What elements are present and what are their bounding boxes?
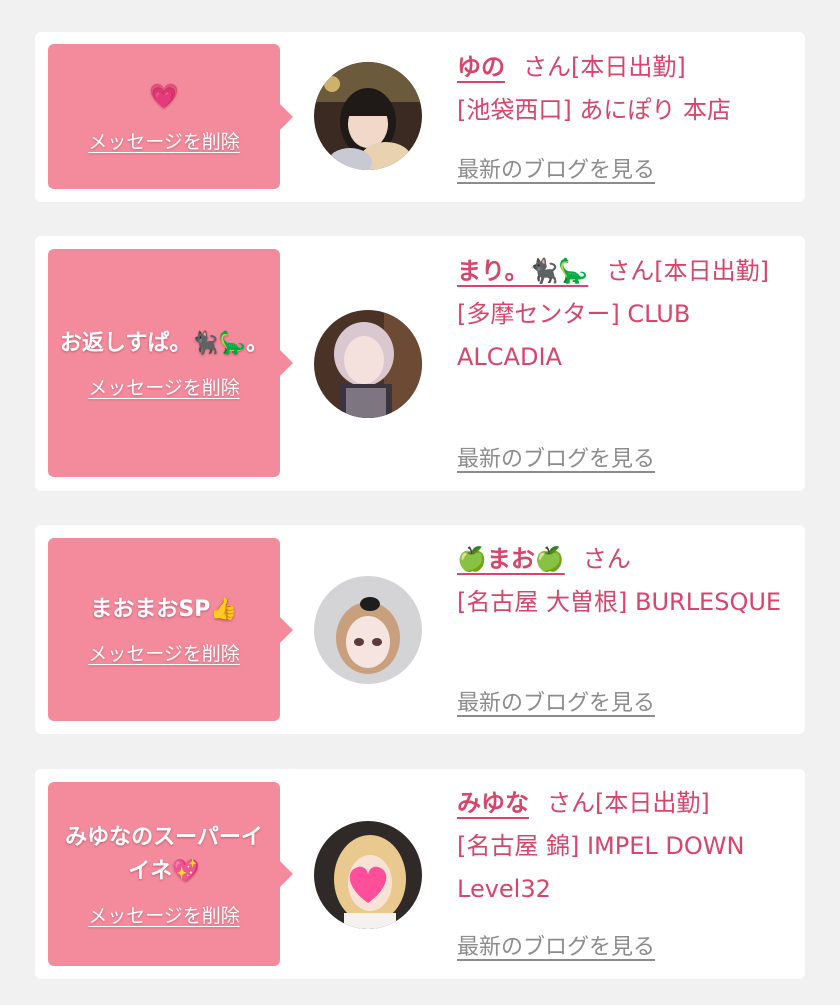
girl-status: さん[本日出勤]: [523, 53, 686, 81]
message-text: まおまおSP👍: [90, 597, 238, 622]
avatar[interactable]: [314, 576, 422, 684]
girl-info: みゆな さん[本日出勤] [名古屋 錦] IMPEL DOWN Level32: [457, 782, 792, 911]
girl-info: ゆの さん[本日出勤] [池袋西口] あにぽり 本店: [457, 46, 792, 132]
shop-name: [多摩センター] CLUB ALCADIA: [457, 300, 691, 371]
message-text: お返しすぱ。🐈‍⬛🦕。: [59, 330, 269, 356]
avatar[interactable]: [314, 310, 422, 418]
girl-name-link[interactable]: ゆの: [457, 53, 505, 81]
message-card: みゆなのスーパーイイネ💖 メッセージを削除 みゆな さん[本日出勤] [名古屋 錦…: [35, 769, 805, 979]
delete-message-link[interactable]: メッセージを削除: [88, 901, 240, 928]
girl-status: さん[本日出勤]: [547, 789, 710, 817]
latest-blog-link[interactable]: 最新のブログを見る: [457, 929, 655, 961]
latest-blog-link[interactable]: 最新のブログを見る: [457, 685, 655, 717]
delete-message-link[interactable]: メッセージを削除: [88, 373, 240, 400]
message-bubble: 💗 メッセージを削除: [48, 44, 293, 189]
shop-name: [名古屋 大曽根] BURLESQUE: [457, 588, 782, 616]
message-card: まおまおSP👍 メッセージを削除 🍏まお🍏 さん [名古屋 大曽根] BURLES…: [35, 525, 805, 734]
latest-blog-link[interactable]: 最新のブログを見る: [457, 441, 655, 473]
girl-info: まり。🐈‍⬛🦕 さん[本日出勤] [多摩センター] CLUB ALCADIA: [457, 250, 792, 379]
girl-status: さん[本日出勤]: [606, 257, 770, 285]
message-bubble: まおまおSP👍 メッセージを削除: [48, 538, 293, 721]
avatar[interactable]: [314, 62, 422, 170]
heart-emoji-icon: 💗: [149, 82, 179, 110]
message-bubble: みゆなのスーパーイイネ💖 メッセージを削除: [48, 782, 293, 966]
avatar[interactable]: [314, 821, 422, 929]
girl-name-link[interactable]: まり。🐈‍⬛🦕: [457, 257, 588, 285]
message-card: お返しすぱ。🐈‍⬛🦕。 メッセージを削除 まり。🐈‍⬛🦕 さん[本日出勤] [多摩…: [35, 236, 805, 491]
girl-status: さん: [582, 545, 631, 573]
girl-name-link[interactable]: みゆな: [457, 789, 529, 817]
message-text: 💗: [149, 79, 179, 115]
delete-message-link[interactable]: メッセージを削除: [88, 639, 240, 666]
message-card: 💗 メッセージを削除 ゆの さん[本日出勤] [池袋西口] あにぽり 本店 最新の…: [35, 32, 805, 202]
message-bubble: お返しすぱ。🐈‍⬛🦕。 メッセージを削除: [48, 249, 293, 477]
girl-info: 🍏まお🍏 さん [名古屋 大曽根] BURLESQUE: [457, 538, 792, 624]
message-text: みゆなのスーパーイイネ💖: [65, 824, 263, 884]
shop-name: [池袋西口] あにぽり 本店: [457, 96, 731, 124]
delete-message-link[interactable]: メッセージを削除: [88, 127, 240, 154]
latest-blog-link[interactable]: 最新のブログを見る: [457, 152, 655, 184]
girl-name-link[interactable]: 🍏まお🍏: [457, 545, 565, 573]
shop-name: [名古屋 錦] IMPEL DOWN Level32: [457, 832, 745, 903]
